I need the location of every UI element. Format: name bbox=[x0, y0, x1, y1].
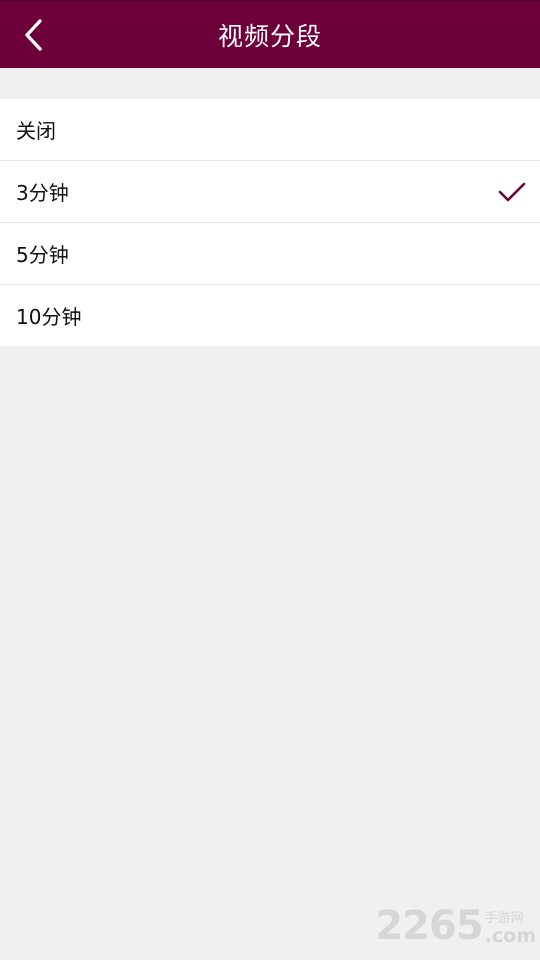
checkmark-icon bbox=[498, 182, 526, 201]
watermark-logo: 2265 手游网 .com bbox=[375, 906, 536, 946]
option-label: 关闭 bbox=[16, 119, 56, 143]
option-5-minutes[interactable]: 5分钟 bbox=[0, 223, 540, 285]
segment-options-list: 关闭 3分钟 5分钟 10分钟 bbox=[0, 99, 540, 346]
option-label: 10分钟 bbox=[16, 305, 82, 329]
screen: 视频分段 关闭 3分钟 5分钟 10分钟 2265 手游网 .com bbox=[0, 0, 540, 960]
top-app-bar: 视频分段 bbox=[0, 0, 540, 68]
option-label: 3分钟 bbox=[16, 181, 69, 205]
watermark-number: 2265 bbox=[375, 903, 483, 949]
option-3-minutes[interactable]: 3分钟 bbox=[0, 161, 540, 223]
watermark-chinese: 手游网 bbox=[484, 911, 524, 926]
watermark-domain: .com bbox=[484, 925, 536, 947]
page-title: 视频分段 bbox=[217, 22, 322, 51]
option-label: 5分钟 bbox=[16, 243, 69, 267]
option-10-minutes[interactable]: 10分钟 bbox=[0, 285, 540, 346]
option-off[interactable]: 关闭 bbox=[0, 99, 540, 161]
